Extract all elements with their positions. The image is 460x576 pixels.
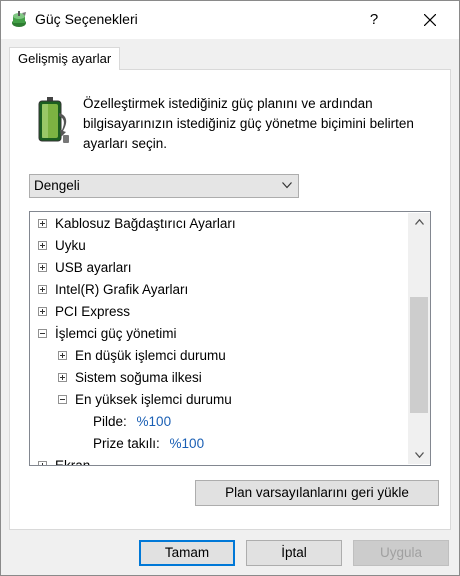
setting-on-battery[interactable]: Pilde: %100 (93, 412, 393, 432)
expand-icon[interactable] (38, 219, 47, 228)
power-plan-value: Dengeli (34, 178, 80, 193)
tree-item-pci-express[interactable]: PCI Express (38, 302, 398, 322)
scrollbar-thumb[interactable] (410, 297, 428, 413)
tree-item-min-processor-state[interactable]: En düşük işlemci durumu (58, 346, 398, 366)
tree-item-sleep[interactable]: Uyku (38, 236, 398, 256)
expand-icon[interactable] (38, 241, 47, 250)
tree-item-intel-graphics[interactable]: Intel(R) Grafik Ayarları (38, 280, 398, 300)
tree-item-wireless-adapter[interactable]: Kablosuz Bağdaştırıcı Ayarları (38, 214, 398, 234)
collapse-icon[interactable] (38, 329, 47, 338)
tree-item-processor-power[interactable]: İşlemci güç yönetimi (38, 324, 398, 344)
expand-icon[interactable] (58, 351, 67, 360)
power-plan-select[interactable]: Dengeli (29, 174, 299, 198)
ok-button[interactable]: Tamam (139, 540, 235, 566)
chevron-up-icon (415, 219, 424, 225)
apply-button[interactable]: Uygula (353, 540, 449, 566)
scroll-down-button[interactable] (408, 446, 430, 464)
tree-scrollbar[interactable] (408, 213, 430, 464)
tree-item-system-cooling-policy[interactable]: Sistem soğuma ilkesi (58, 368, 398, 388)
close-button[interactable] (413, 5, 447, 35)
expand-icon[interactable] (38, 307, 47, 316)
expand-icon[interactable] (58, 373, 67, 382)
chevron-down-icon (415, 452, 424, 458)
tree-item-max-processor-state[interactable]: En yüksek işlemci durumu (58, 390, 398, 410)
collapse-icon[interactable] (58, 395, 67, 404)
plugged-in-label: Prize takılı: (93, 436, 160, 451)
setting-plugged-in[interactable]: Prize takılı: %100 (93, 434, 393, 454)
on-battery-label: Pilde: (93, 414, 127, 429)
close-icon (424, 14, 436, 26)
cancel-button[interactable]: İptal (246, 540, 342, 566)
chevron-down-icon (282, 182, 292, 189)
expand-icon[interactable] (38, 461, 47, 465)
expand-icon[interactable] (38, 285, 47, 294)
battery-icon (38, 97, 69, 143)
on-battery-value[interactable]: %100 (137, 414, 172, 429)
tree-item-display[interactable]: Ekran (38, 456, 398, 465)
window-title: Güç Seçenekleri (35, 11, 138, 27)
title-bar: Güç Seçenekleri ? (1, 1, 459, 39)
scroll-up-button[interactable] (408, 213, 430, 231)
power-options-dialog: Güç Seçenekleri ? Gelişmiş ayarlar Özell… (0, 0, 460, 576)
help-button[interactable]: ? (361, 7, 387, 33)
expand-icon[interactable] (38, 263, 47, 272)
tab-advanced-settings[interactable]: Gelişmiş ayarlar (9, 47, 121, 70)
restore-plan-defaults-button[interactable]: Plan varsayılanlarını geri yükle (195, 480, 439, 506)
settings-tree[interactable]: Kablosuz Bağdaştırıcı Ayarları Uyku USB … (29, 211, 431, 466)
tree-item-usb-settings[interactable]: USB ayarları (38, 258, 398, 278)
instruction-text: Özelleştirmek istediğiniz güç planını ve… (83, 96, 414, 151)
power-options-icon (12, 11, 26, 27)
plugged-in-value[interactable]: %100 (170, 436, 205, 451)
